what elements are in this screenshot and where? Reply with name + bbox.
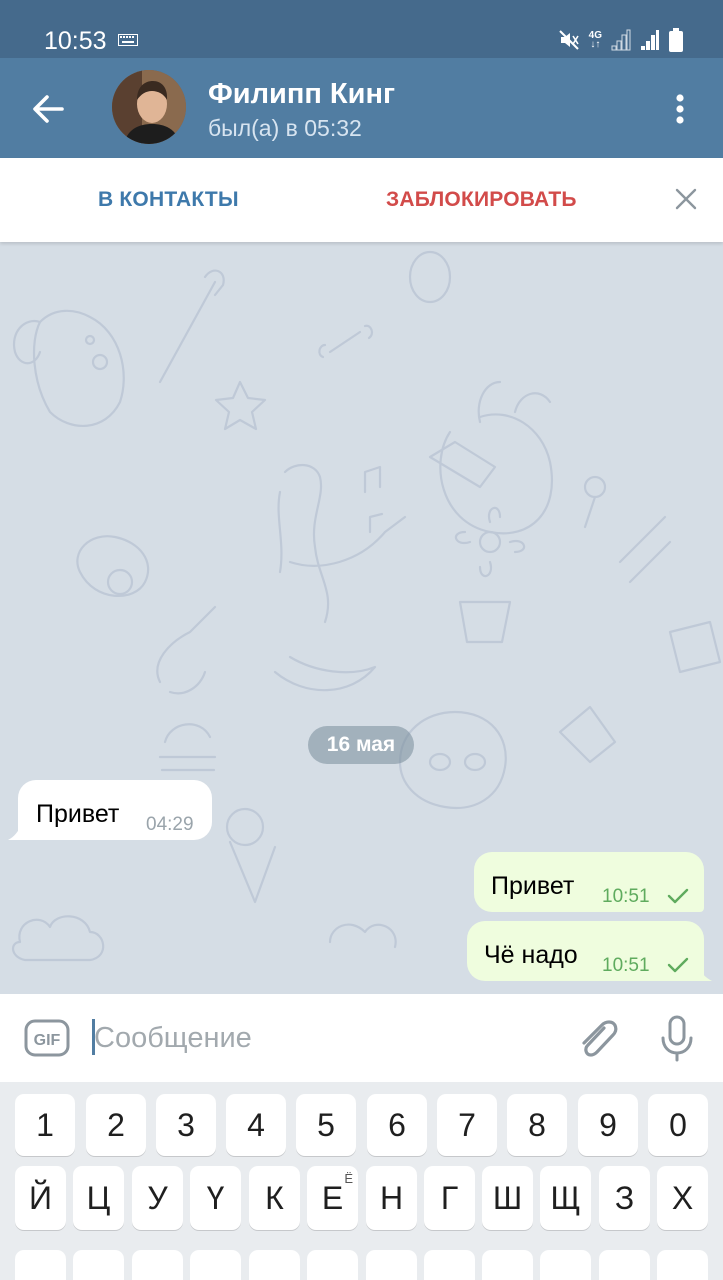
keyboard-key[interactable]: [599, 1250, 650, 1280]
key-5[interactable]: 5: [296, 1094, 356, 1156]
key-7[interactable]: 7: [437, 1094, 497, 1156]
message-text: Привет: [491, 872, 575, 900]
message-bubble-outgoing[interactable]: Привет 10:51: [474, 852, 704, 912]
message-time: 10:51: [602, 955, 650, 976]
chat-area[interactable]: 16 мая Привет 04:29 Привет 10:51 Чё надо…: [0, 242, 723, 994]
battery-icon: [669, 28, 683, 52]
key-label: Е: [321, 1180, 344, 1216]
key-9[interactable]: 9: [578, 1094, 638, 1156]
key-8[interactable]: 8: [507, 1094, 567, 1156]
chat-header: Филипп Кинг был(а) в 05:32: [0, 58, 723, 158]
message-bubble-outgoing[interactable]: Чё надо 10:51: [467, 921, 704, 981]
key-х[interactable]: Х: [657, 1166, 708, 1230]
gif-label: GIF: [34, 1032, 61, 1049]
gif-button[interactable]: GIF: [24, 1019, 70, 1057]
keyboard-key[interactable]: [424, 1250, 475, 1280]
signal-icon-2: [641, 30, 659, 50]
key-у[interactable]: У: [132, 1166, 183, 1230]
key-4[interactable]: 4: [226, 1094, 286, 1156]
status-bar: 10:53 4G ↓↑: [0, 0, 723, 58]
key-0[interactable]: 0: [648, 1094, 708, 1156]
keyboard-key[interactable]: [307, 1250, 358, 1280]
message-composer: GIF: [0, 994, 723, 1082]
date-separator: 16 мая: [308, 726, 414, 764]
status-icons: 4G ↓↑: [558, 28, 683, 52]
message-text: Чё надо: [484, 941, 578, 969]
keyboard-key[interactable]: [657, 1250, 708, 1280]
contact-action-bar: В КОНТАКТЫ ЗАБЛОКИРОВАТЬ: [0, 158, 723, 242]
microphone-icon[interactable]: [656, 1014, 698, 1062]
key-ш[interactable]: Ш: [482, 1166, 533, 1230]
key-к[interactable]: К: [249, 1166, 300, 1230]
keyboard-key[interactable]: [249, 1250, 300, 1280]
status-time: 10:53: [44, 27, 107, 55]
read-check-icon: [667, 957, 689, 973]
key-щ[interactable]: Щ: [540, 1166, 591, 1230]
message-input[interactable]: [94, 1016, 554, 1060]
keyboard-icon: [118, 34, 138, 46]
key-6[interactable]: 6: [367, 1094, 427, 1156]
block-button[interactable]: ЗАБЛОКИРОВАТЬ: [386, 188, 577, 212]
close-icon[interactable]: [673, 186, 699, 212]
key-accent-label: Ё: [344, 1171, 353, 1186]
onscreen-keyboard: 1 2 3 4 5 6 7 8 9 0 Й Ц У Ү К ЕЁ Н Г Ш Щ…: [0, 1082, 723, 1280]
key-1[interactable]: 1: [15, 1094, 75, 1156]
key-3[interactable]: 3: [156, 1094, 216, 1156]
key-ү[interactable]: Ү: [190, 1166, 241, 1230]
signal-icon: [611, 29, 631, 51]
paperclip-icon[interactable]: [574, 1014, 620, 1062]
key-г[interactable]: Г: [424, 1166, 475, 1230]
message-text: Привет: [36, 800, 120, 828]
read-check-icon: [667, 888, 689, 904]
keyboard-key[interactable]: [190, 1250, 241, 1280]
key-ц[interactable]: Ц: [73, 1166, 124, 1230]
key-з[interactable]: З: [599, 1166, 650, 1230]
message-time: 04:29: [146, 814, 194, 835]
message-time: 10:51: [602, 886, 650, 907]
keyboard-key[interactable]: [540, 1250, 591, 1280]
keyboard-key[interactable]: [132, 1250, 183, 1280]
avatar[interactable]: [112, 70, 186, 144]
message-bubble-incoming[interactable]: Привет 04:29: [18, 780, 212, 840]
keyboard-key[interactable]: [15, 1250, 66, 1280]
mute-icon: [558, 30, 579, 50]
avatar-photo: [112, 70, 186, 144]
keyboard-key[interactable]: [366, 1250, 417, 1280]
back-arrow-icon[interactable]: [28, 89, 68, 129]
key-й[interactable]: Й: [15, 1166, 66, 1230]
key-н[interactable]: Н: [366, 1166, 417, 1230]
last-seen-status: был(а) в 05:32: [208, 115, 362, 141]
key-2[interactable]: 2: [86, 1094, 146, 1156]
contact-name[interactable]: Филипп Кинг: [208, 78, 395, 111]
add-contact-button[interactable]: В КОНТАКТЫ: [98, 188, 239, 212]
keyboard-key[interactable]: [482, 1250, 533, 1280]
keyboard-key[interactable]: [73, 1250, 124, 1280]
key-е[interactable]: ЕЁ: [307, 1166, 358, 1230]
more-vertical-icon[interactable]: [665, 92, 695, 126]
network-type: 4G ↓↑: [588, 30, 602, 50]
